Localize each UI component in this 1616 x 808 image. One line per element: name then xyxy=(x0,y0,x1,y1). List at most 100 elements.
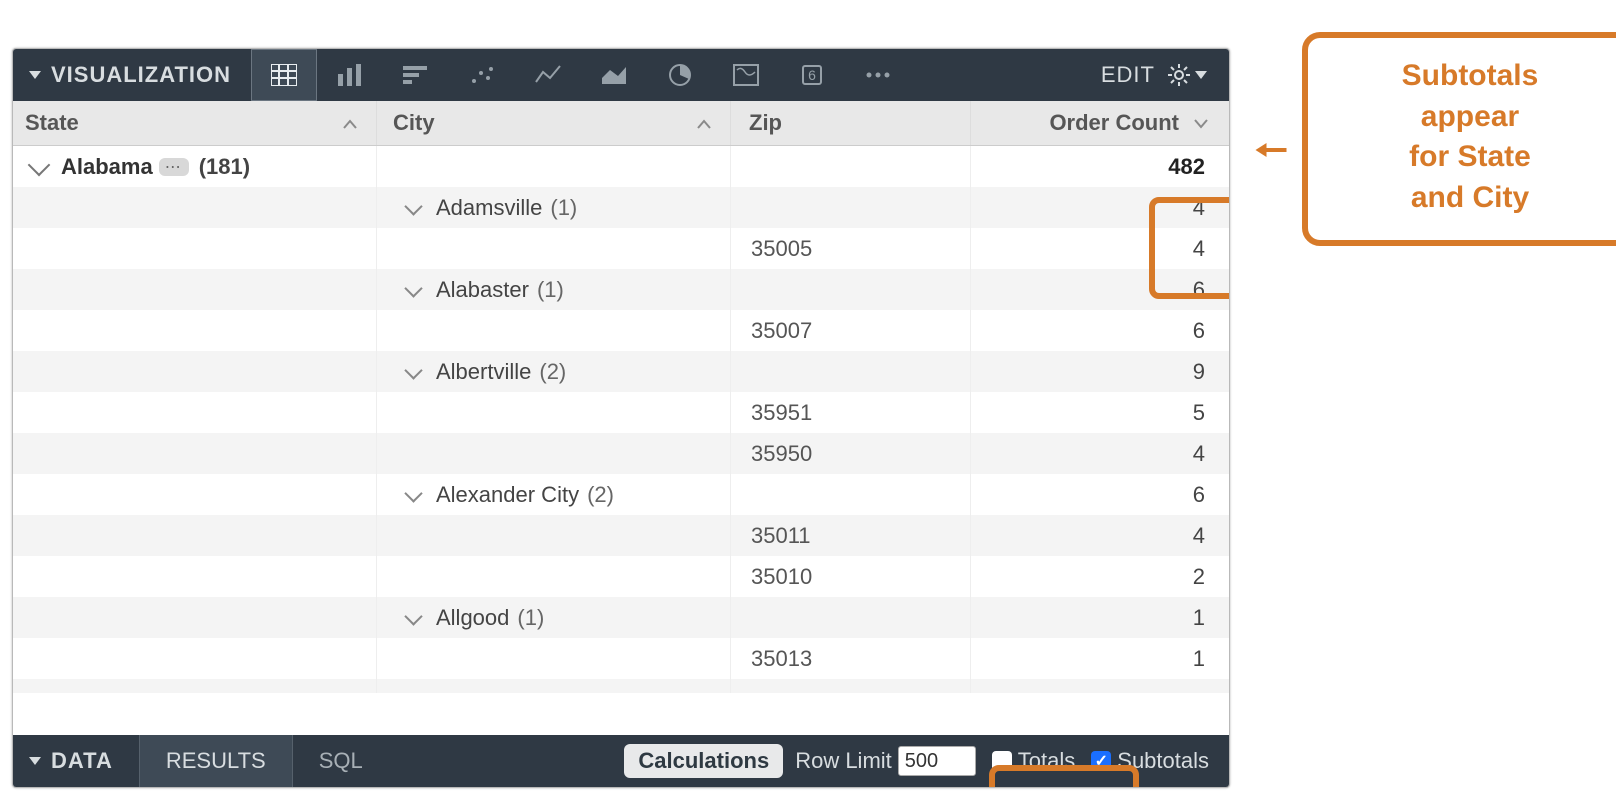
line-chart-icon xyxy=(535,64,561,86)
city-name: Allgood xyxy=(436,605,509,631)
column-header-zip[interactable]: Zip xyxy=(731,101,971,145)
city-row-count: (2) xyxy=(587,482,614,508)
totals-checkbox-wrap[interactable]: Totals xyxy=(992,748,1075,774)
city-subtotal-value: 1 xyxy=(971,597,1229,638)
city-row-count: (1) xyxy=(537,277,564,303)
zip-row[interactable]: 35950 4 xyxy=(13,433,1229,474)
triangle-down-icon xyxy=(29,757,41,765)
state-row-count: (181) xyxy=(199,154,250,180)
order-count-value: 6 xyxy=(971,310,1229,351)
viz-type-sorted-bar[interactable] xyxy=(383,49,449,101)
viz-type-line[interactable] xyxy=(515,49,581,101)
city-subtotal-row[interactable]: Alabaster (1) 6 xyxy=(13,269,1229,310)
city-row-count: (1) xyxy=(517,605,544,631)
gear-icon xyxy=(1167,63,1191,87)
column-header-state[interactable]: State xyxy=(13,101,377,145)
bar-chart-icon xyxy=(337,64,363,86)
viz-type-area[interactable] xyxy=(581,49,647,101)
column-header-label: City xyxy=(393,110,435,136)
viz-type-scatter[interactable] xyxy=(449,49,515,101)
visualization-toolbar: VISUALIZATION xyxy=(13,49,1229,101)
viz-type-pie[interactable] xyxy=(647,49,713,101)
column-header-label: Order Count xyxy=(1049,110,1179,136)
state-subtotal-row[interactable]: Alabama ⋯ (181) 482 xyxy=(13,146,1229,187)
city-row-count: (1) xyxy=(550,195,577,221)
city-subtotal-value: 6 xyxy=(971,474,1229,515)
totals-checkbox-label: Totals xyxy=(1018,748,1075,774)
state-subtotal-value: 482 xyxy=(971,146,1229,187)
callout-line: appear xyxy=(1322,97,1616,138)
totals-checkbox[interactable] xyxy=(992,751,1012,771)
pie-chart-icon xyxy=(668,63,692,87)
subtotals-checkbox[interactable] xyxy=(1091,751,1111,771)
data-label: DATA xyxy=(51,748,113,774)
sort-desc-icon xyxy=(1193,110,1209,136)
chevron-down-icon xyxy=(404,279,422,297)
zip-row[interactable]: 35951 5 xyxy=(13,392,1229,433)
zip-value: 35007 xyxy=(731,310,971,351)
city-subtotal-row[interactable]: Albertville (2) 9 xyxy=(13,351,1229,392)
results-tab[interactable]: RESULTS xyxy=(139,735,293,787)
zip-row[interactable]: 35007 6 xyxy=(13,310,1229,351)
viz-type-bar[interactable] xyxy=(317,49,383,101)
callout-line: and City xyxy=(1322,178,1616,219)
scatter-icon xyxy=(469,64,495,86)
city-name: Alexander City xyxy=(436,482,579,508)
zip-value: 35951 xyxy=(731,392,971,433)
data-collapse-toggle[interactable]: DATA xyxy=(13,748,139,774)
callout-line: for State xyxy=(1322,137,1616,178)
sorted-bar-icon xyxy=(403,64,429,86)
order-count-value: 4 xyxy=(971,515,1229,556)
visualization-collapse-toggle[interactable]: VISUALIZATION xyxy=(13,62,251,88)
column-header-city[interactable]: City xyxy=(377,101,731,145)
viz-type-more[interactable] xyxy=(845,49,911,101)
city-subtotal-value: 4 xyxy=(971,187,1229,228)
order-count-value: 1 xyxy=(971,638,1229,679)
edit-visualization-button[interactable]: EDIT xyxy=(1101,62,1167,88)
sql-tab-label: SQL xyxy=(319,748,363,774)
area-chart-icon xyxy=(601,64,627,86)
viz-type-table[interactable] xyxy=(251,49,317,101)
subtotals-checkbox-label: Subtotals xyxy=(1117,748,1209,774)
city-subtotal-row[interactable]: Alexander City (2) 6 xyxy=(13,474,1229,515)
row-limit-label: Row Limit xyxy=(795,748,892,774)
zip-row[interactable]: 35010 2 xyxy=(13,556,1229,597)
zip-value: 35013 xyxy=(731,638,971,679)
table-icon xyxy=(271,64,297,86)
subtotals-checkbox-wrap[interactable]: Subtotals xyxy=(1091,748,1209,774)
zip-row[interactable]: 35005 4 xyxy=(13,228,1229,269)
chevron-down-icon xyxy=(404,607,422,625)
city-subtotal-row[interactable]: Allgood (1) 1 xyxy=(13,597,1229,638)
more-actions-icon[interactable]: ⋯ xyxy=(159,158,189,176)
triangle-down-icon xyxy=(1195,71,1207,79)
annotation-callout: Subtotals appear for State and City xyxy=(1302,32,1616,246)
sort-asc-icon xyxy=(696,110,712,136)
calculations-button[interactable]: Calculations xyxy=(624,744,783,778)
city-row-count: (2) xyxy=(539,359,566,385)
viz-type-map[interactable] xyxy=(713,49,779,101)
callout-arrow-icon xyxy=(1240,140,1302,160)
chevron-down-icon xyxy=(28,153,51,176)
map-icon xyxy=(733,64,759,86)
zip-row[interactable]: 35011 4 xyxy=(13,515,1229,556)
city-subtotal-row[interactable]: Adamsville (1) 4 xyxy=(13,187,1229,228)
column-header-order-count[interactable]: Order Count xyxy=(971,101,1229,145)
row-limit-input[interactable] xyxy=(898,746,976,776)
zip-value: 35950 xyxy=(731,433,971,474)
callout-line: Subtotals xyxy=(1322,56,1616,97)
results-tab-label: RESULTS xyxy=(166,748,266,774)
column-header-row: State City Zip Order Count xyxy=(13,101,1229,146)
data-grid-body: Alabama ⋯ (181) 482 Adamsville (1) 4 xyxy=(13,146,1229,736)
order-count-value: 5 xyxy=(971,392,1229,433)
city-name: Alabaster xyxy=(436,277,529,303)
data-toolbar: DATA RESULTS SQL Calculations Row Limit … xyxy=(13,735,1229,787)
chevron-down-icon xyxy=(404,361,422,379)
zip-value: 35005 xyxy=(731,228,971,269)
calculations-label: Calculations xyxy=(638,748,769,773)
column-header-label: Zip xyxy=(749,110,782,136)
sql-tab[interactable]: SQL xyxy=(293,735,389,787)
zip-row[interactable]: 35013 1 xyxy=(13,638,1229,679)
viz-type-single-value[interactable]: 6 xyxy=(779,49,845,101)
visualization-settings-button[interactable] xyxy=(1167,63,1229,87)
order-count-value: 2 xyxy=(971,556,1229,597)
